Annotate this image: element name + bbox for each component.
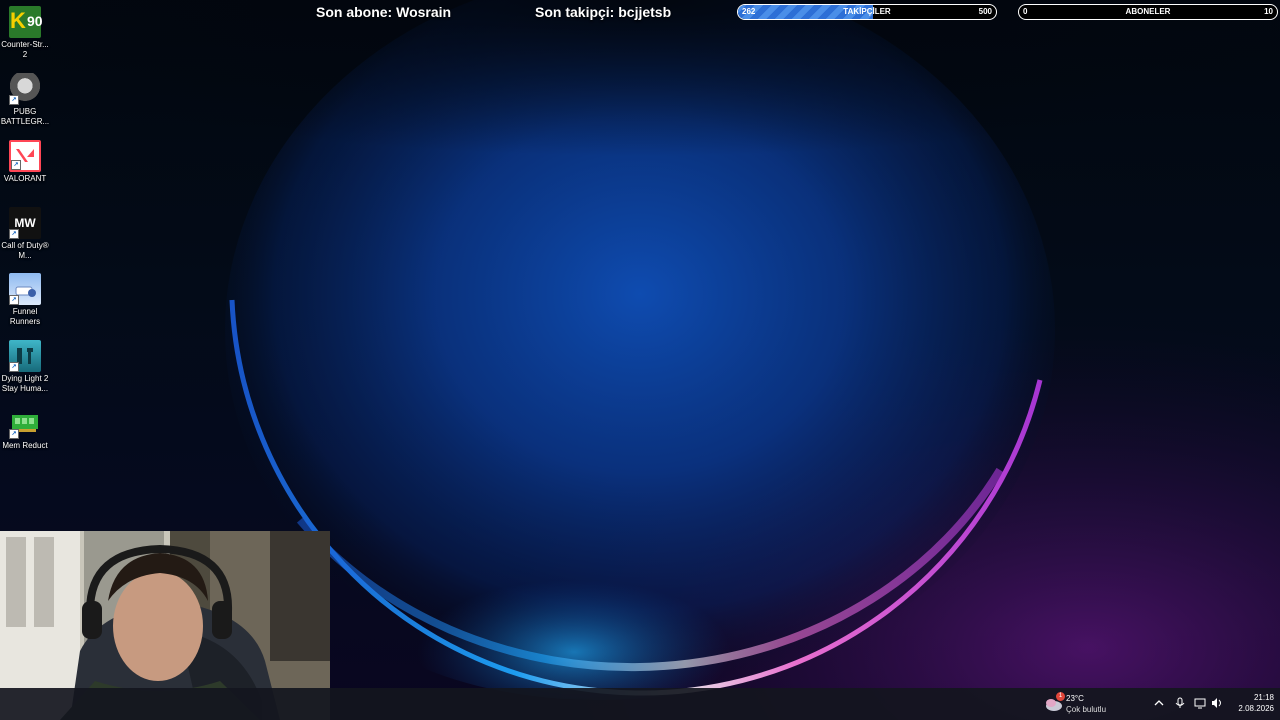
desktop-icon-label: Mem Reduct	[2, 441, 48, 450]
subscribers-goal-current: 0	[1023, 7, 1028, 16]
funnel-runners-icon: ↗	[9, 273, 41, 305]
subscribers-goal-bar: ABONELER 0 10	[1018, 4, 1278, 20]
weather-description: Çok bulutlu	[1066, 705, 1107, 714]
notification-badge: 1	[1056, 692, 1065, 701]
overlay-last-follower: Son takipçi: bcjjetsb	[535, 4, 672, 20]
taskbar: 1 23°C Çok bulutlu 21:18 2.08.2026	[0, 688, 1280, 720]
desktop-icon-dying-light[interactable]: ↗ Dying Light 2 Stay Huma...	[0, 340, 50, 394]
desktop-icon-label: Dying Light 2 Stay Huma...	[1, 374, 49, 393]
desktop-icon-label: Funnel Runners	[9, 307, 41, 326]
network-monitor-icon[interactable]	[1193, 697, 1207, 711]
shortcut-arrow-icon: ↗	[9, 95, 19, 105]
pubg-helmet-icon: ↗	[9, 73, 41, 105]
subscribers-goal-target: 10	[1264, 7, 1273, 16]
overlay-last-subscriber: Son abone: Wosrain	[316, 4, 452, 20]
desktop-icon-label: Counter-Str... 2	[1, 40, 49, 59]
weather-widget[interactable]: 1 23°C Çok bulutlu	[1044, 688, 1124, 720]
followers-goal-target: 500	[978, 7, 992, 16]
desktop-icon-label: PUBG BATTLEGR...	[0, 107, 50, 126]
desktop-icon-counter-strike[interactable]: K 90 Counter-Str... 2	[0, 6, 50, 60]
followers-goal-current: 262	[742, 7, 756, 16]
system-clock[interactable]: 21:18 2.08.2026	[1226, 692, 1274, 714]
memory-chip-icon: ↗	[9, 407, 41, 439]
speaker-icon[interactable]	[1210, 697, 1224, 711]
shortcut-arrow-icon: ↗	[9, 362, 19, 372]
desktop-icon-funnel-runners[interactable]: ↗ Funnel Runners	[0, 273, 50, 327]
desktop-icon-mem-reduct[interactable]: ↗ Mem Reduct	[0, 407, 50, 451]
call-of-duty-icon: MW ↗	[9, 207, 41, 239]
subscribers-goal-label: ABONELER	[1125, 7, 1171, 16]
shortcut-arrow-icon: ↗	[11, 160, 21, 170]
desktop-icon-pubg[interactable]: ↗ PUBG BATTLEGR...	[0, 73, 50, 127]
counter-strike-icon: K 90	[9, 6, 43, 38]
desktop[interactable]: K 90 Counter-Str... 2 ↗ PUBG BATTLEGR...…	[0, 0, 1280, 720]
followers-goal-bar: TAKİPÇİLER 262 500	[737, 4, 997, 20]
desktop-icon-valorant[interactable]: ↗ VALORANT	[0, 140, 50, 184]
valorant-icon: ↗	[9, 140, 41, 172]
desktop-icon-label: Call of Duty® M...	[1, 241, 49, 260]
chevron-up-icon[interactable]	[1152, 697, 1166, 711]
clock-date: 2.08.2026	[1238, 704, 1274, 713]
weather-temperature: 23°C	[1066, 694, 1084, 703]
dying-light-icon: ↗	[9, 340, 41, 372]
microphone-icon[interactable]	[1173, 697, 1187, 711]
shortcut-arrow-icon: ↗	[9, 429, 19, 439]
followers-goal-label: TAKİPÇİLER	[843, 7, 891, 16]
clock-time: 21:18	[1253, 693, 1274, 702]
desktop-icon-call-of-duty[interactable]: MW ↗ Call of Duty® M...	[0, 207, 50, 261]
desktop-icon-label: VALORANT	[3, 174, 47, 183]
shortcut-arrow-icon: ↗	[9, 229, 19, 239]
shortcut-arrow-icon: ↗	[9, 295, 19, 305]
